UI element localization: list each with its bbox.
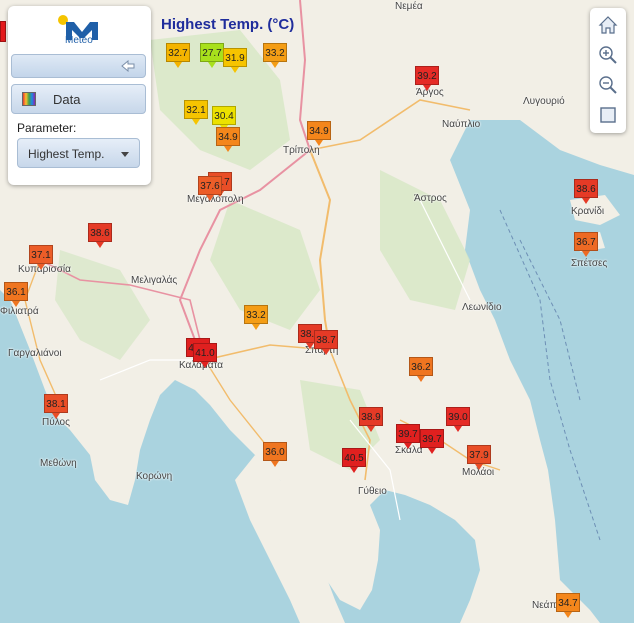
- station-pin-tail: [206, 195, 214, 201]
- station-marker[interactable]: 37.6: [198, 176, 222, 201]
- station-marker[interactable]: 34.9: [307, 121, 331, 146]
- station-marker[interactable]: 39.7: [420, 429, 444, 454]
- station-marker[interactable]: 38.7: [314, 330, 338, 355]
- station-pin-tail: [52, 413, 60, 419]
- station-marker[interactable]: 39.7: [396, 424, 420, 449]
- station-pin-tail: [12, 301, 20, 307]
- meteo-logo-icon: [58, 15, 98, 40]
- station-pin-tail: [224, 146, 232, 152]
- station-marker[interactable]: 27.7: [200, 43, 224, 68]
- station-pin-tail: [315, 140, 323, 146]
- station-pin-tail: [271, 62, 279, 68]
- place-label: Κρανίδι: [571, 206, 605, 217]
- place-label: Νεμέα: [395, 1, 423, 12]
- station-pin-tail: [208, 62, 216, 68]
- place-label: Γαργαλιάνοι: [8, 348, 62, 359]
- station-marker[interactable]: 38.6: [574, 179, 598, 204]
- map-title: Highest Temp. (°C): [161, 16, 295, 33]
- station-pin-tail: [271, 461, 279, 467]
- station-pin-tail: [564, 612, 572, 618]
- home-button[interactable]: [595, 13, 621, 37]
- station-marker[interactable]: 33.2: [244, 305, 268, 330]
- parameter-select-value: Highest Temp.: [28, 147, 105, 161]
- station-marker-partial[interactable]: [0, 21, 6, 42]
- station-marker[interactable]: 36.1: [4, 282, 28, 307]
- place-label: Λεωνίδιο: [462, 302, 502, 313]
- station-marker[interactable]: 39.2: [415, 66, 439, 91]
- place-label: Κορώνη: [136, 471, 173, 482]
- station-pin-tail: [582, 198, 590, 204]
- station-marker[interactable]: 39.0: [446, 407, 470, 432]
- station-pin-tail: [428, 448, 436, 454]
- station-pin-tail: [582, 251, 590, 257]
- station-pin-tail: [37, 264, 45, 270]
- data-button[interactable]: Data: [11, 84, 146, 114]
- station-marker[interactable]: 36.7: [574, 232, 598, 257]
- parameter-select[interactable]: Highest Temp.: [17, 138, 140, 168]
- station-pin-tail: [231, 67, 239, 73]
- station-marker[interactable]: 30.4: [212, 106, 236, 131]
- place-label: Λυγουριό: [523, 96, 565, 107]
- station-marker[interactable]: 38.1: [44, 394, 68, 419]
- place-label: Ναύπλιο: [442, 119, 481, 130]
- station-marker[interactable]: 36.2: [409, 357, 433, 382]
- station-pin-tail: [454, 426, 462, 432]
- station-pin-tail: [475, 464, 483, 470]
- logo-text: Meteo: [65, 35, 93, 46]
- station-marker[interactable]: 37.1: [29, 245, 53, 270]
- zoom-in-icon: [599, 46, 617, 64]
- station-marker[interactable]: 34.9: [216, 127, 240, 152]
- station-pin-tail: [174, 62, 182, 68]
- place-label: Φιλιατρά: [0, 306, 39, 317]
- place-label: Τρίπολη: [283, 145, 320, 156]
- map-controls: [590, 8, 626, 133]
- fit-extent-icon: [600, 107, 616, 123]
- station-marker[interactable]: 41.0: [193, 343, 217, 368]
- zoom-in-button[interactable]: [595, 43, 621, 67]
- place-label: Νεάπ: [532, 600, 557, 611]
- station-marker[interactable]: 31.9: [223, 48, 247, 73]
- place-label: Μελιγαλάς: [131, 275, 178, 286]
- station-pin-tail: [192, 119, 200, 125]
- place-label: Μεθώνη: [40, 458, 77, 469]
- zoom-out-icon: [599, 76, 617, 94]
- station-marker[interactable]: 32.1: [184, 100, 208, 125]
- station-pin-tail: [417, 376, 425, 382]
- station-pin-tail: [252, 324, 260, 330]
- station-pin-tail: [423, 85, 431, 91]
- place-label: Σπέτσες: [571, 258, 608, 269]
- station-pin-tail: [404, 443, 412, 449]
- place-label: Άστρος: [414, 193, 447, 204]
- station-pin-tail: [367, 426, 375, 432]
- station-marker[interactable]: 32.7: [166, 43, 190, 68]
- station-marker[interactable]: 40.5: [342, 448, 366, 473]
- arrow-left-icon: [121, 60, 135, 72]
- station-marker[interactable]: 33.2: [263, 43, 287, 68]
- station-marker[interactable]: 37.9: [467, 445, 491, 470]
- station-pin-tail: [201, 362, 209, 368]
- station-pin-tail: [322, 349, 330, 355]
- color-scale-icon: [22, 92, 36, 106]
- station-marker[interactable]: 34.7: [556, 593, 580, 618]
- station-marker[interactable]: 36.0: [263, 442, 287, 467]
- station-marker[interactable]: 38.9: [359, 407, 383, 432]
- station-pin-tail: [306, 343, 314, 349]
- station-marker[interactable]: 38.6: [88, 223, 112, 248]
- data-button-label: Data: [53, 92, 81, 107]
- zoom-extent-button[interactable]: [595, 103, 621, 127]
- parameter-label: Parameter:: [17, 121, 77, 135]
- control-panel: Meteo Data Parameter: Highest Temp.: [8, 6, 151, 185]
- zoom-out-button[interactable]: [595, 73, 621, 97]
- place-label: Γύθειο: [358, 486, 387, 497]
- chevron-down-icon: [121, 152, 129, 157]
- home-icon: [598, 16, 618, 34]
- collapse-panel-button[interactable]: [11, 54, 146, 78]
- station-pin-tail: [350, 467, 358, 473]
- station-pin-tail: [96, 242, 104, 248]
